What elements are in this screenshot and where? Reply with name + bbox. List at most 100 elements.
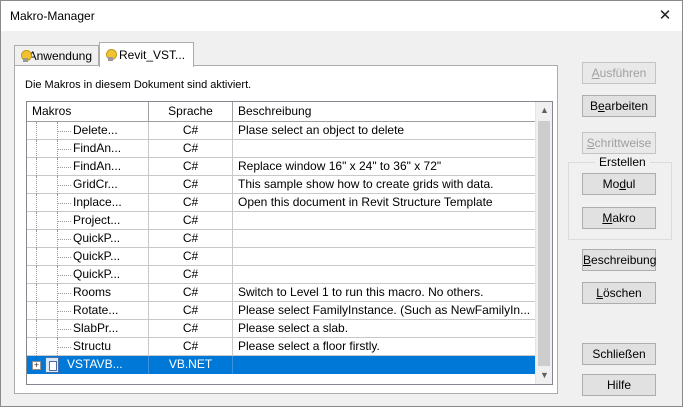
tree-line <box>57 221 71 222</box>
macro-name: FindAn... <box>73 141 122 155</box>
erstellen-label: Erstellen <box>595 155 650 169</box>
macro-name: GridCr... <box>73 177 118 191</box>
macro-language: C# <box>149 248 233 266</box>
vertical-scrollbar[interactable]: ▲ ▼ <box>535 102 552 384</box>
mnemonic: B <box>583 253 592 267</box>
table-row[interactable]: GridCr... C# This sample show how to creat… <box>27 176 536 194</box>
button-label: chrittweise <box>594 136 652 150</box>
header-makros[interactable]: Makros <box>27 102 149 122</box>
bulb-icon <box>21 50 31 62</box>
tab-anwendung[interactable]: Anwendung <box>14 45 99 66</box>
table-row[interactable]: SlabPr... C# Please select a slab. <box>27 320 536 338</box>
tree-line <box>36 176 37 194</box>
macro-language: C# <box>149 140 233 158</box>
info-text: Die Makros in diesem Dokument sind aktiv… <box>25 79 252 91</box>
modul-button[interactable]: Modul <box>582 173 656 195</box>
window-title: Makro-Manager <box>10 9 95 23</box>
schrittweise-button[interactable]: Schrittweise <box>582 132 656 154</box>
button-label: eschreibung <box>591 253 657 267</box>
macro-language: C# <box>149 230 233 248</box>
macro-name: QuickP... <box>73 231 121 245</box>
table-row[interactable]: Structu C# Please select a floor firstly. <box>27 338 536 356</box>
macro-name: Project... <box>73 213 121 227</box>
macro-description: Please select a slab. <box>233 320 536 338</box>
macro-description <box>233 248 536 266</box>
macro-name-cell: Project... <box>27 212 149 230</box>
scroll-down-icon[interactable]: ▼ <box>536 367 552 384</box>
tree-line <box>36 320 37 338</box>
button-label: ul <box>626 177 636 191</box>
table-row-selected[interactable]: + VSTAVB... VB.NET <box>27 356 536 374</box>
macro-name: QuickP... <box>73 249 121 263</box>
header-beschreibung[interactable]: Beschreibung <box>233 102 536 122</box>
table-row[interactable]: Project... C# <box>27 212 536 230</box>
ausfuehren-button[interactable]: Ausführen <box>582 62 656 84</box>
tree-line <box>57 257 71 258</box>
tree-line <box>57 347 71 348</box>
tab-label: Revit_VST... <box>119 48 186 62</box>
scroll-up-icon[interactable]: ▲ <box>536 102 552 119</box>
macro-description <box>233 212 536 230</box>
macro-name: SlabPr... <box>73 321 119 335</box>
table-row[interactable]: QuickP... C# <box>27 230 536 248</box>
macro-name-cell: QuickP... <box>27 248 149 266</box>
table-row[interactable]: QuickP... C# <box>27 266 536 284</box>
tree-line <box>57 293 71 294</box>
table-row[interactable]: Rotate... C# Please select FamilyInstance.… <box>27 302 536 320</box>
header-sprache[interactable]: Sprache <box>149 102 233 122</box>
table-row[interactable]: FindAn... C# <box>27 140 536 158</box>
tab-revit-vst[interactable]: Revit_VST... <box>99 42 194 67</box>
tree-line <box>36 284 37 302</box>
macro-description <box>233 140 536 158</box>
button-label: usführen <box>599 66 647 80</box>
tree-line <box>57 149 71 150</box>
table-row[interactable]: Inplace... C# Open this document in Revit … <box>27 194 536 212</box>
mnemonic: L <box>596 286 603 300</box>
tree-line <box>57 185 71 186</box>
macro-name: Delete... <box>73 123 118 137</box>
macro-description: Switch to Level 1 to run this macro. No … <box>233 284 536 302</box>
title-bar: Makro-Manager ✕ <box>1 1 682 31</box>
tree-line <box>36 194 37 212</box>
macro-language: C# <box>149 284 233 302</box>
hilfe-button[interactable]: Hilfe <box>582 374 656 396</box>
tree-line <box>57 239 71 240</box>
scrollbar-thumb[interactable] <box>538 121 550 366</box>
tab-panel: Die Makros in diesem Dokument sind aktiv… <box>14 65 558 394</box>
project-icon <box>45 357 59 373</box>
macro-language: C# <box>149 302 233 320</box>
close-icon[interactable]: ✕ <box>648 1 682 31</box>
macro-name: FindAn... <box>73 159 122 173</box>
tree-line <box>36 122 37 140</box>
macro-name-cell: Inplace... <box>27 194 149 212</box>
schliessen-button[interactable]: Schließen <box>582 343 656 365</box>
tree-line <box>57 203 71 204</box>
mnemonic: d <box>619 177 626 191</box>
tree-line <box>57 311 71 312</box>
macro-name-cell: QuickP... <box>27 230 149 248</box>
macro-name-cell: FindAn... <box>27 140 149 158</box>
tree-line <box>36 338 37 356</box>
macro-name: Rooms <box>73 285 112 299</box>
table-row[interactable]: Rooms C# Switch to Level 1 to run this mac… <box>27 284 536 302</box>
macro-grid[interactable]: Makros Sprache Beschreibung Delete... C# P… <box>26 101 553 385</box>
button-label: B <box>589 99 598 113</box>
beschreibung-button[interactable]: Beschreibung <box>582 249 656 271</box>
macro-name-cell: + VSTAVB... <box>27 356 149 374</box>
loeschen-button[interactable]: Löschen <box>582 282 656 304</box>
expand-icon[interactable]: + <box>32 361 41 370</box>
tree-line <box>36 266 37 284</box>
makro-button[interactable]: Makro <box>582 207 656 229</box>
tree-line <box>57 329 71 330</box>
button-label: arbeiten <box>604 99 649 113</box>
macro-language: C# <box>149 212 233 230</box>
macro-language: VB.NET <box>149 356 233 374</box>
bulb-icon <box>106 49 117 61</box>
macro-name: Inplace... <box>73 195 122 209</box>
bearbeiten-button[interactable]: Bearbeiten <box>582 95 656 117</box>
table-row[interactable]: Delete... C# Plase select an object to del… <box>27 122 536 140</box>
table-row[interactable]: FindAn... C# Replace window 16" x 24" to 3… <box>27 158 536 176</box>
table-row[interactable]: QuickP... C# <box>27 248 536 266</box>
macro-language: C# <box>149 266 233 284</box>
macro-name-cell: QuickP... <box>27 266 149 284</box>
